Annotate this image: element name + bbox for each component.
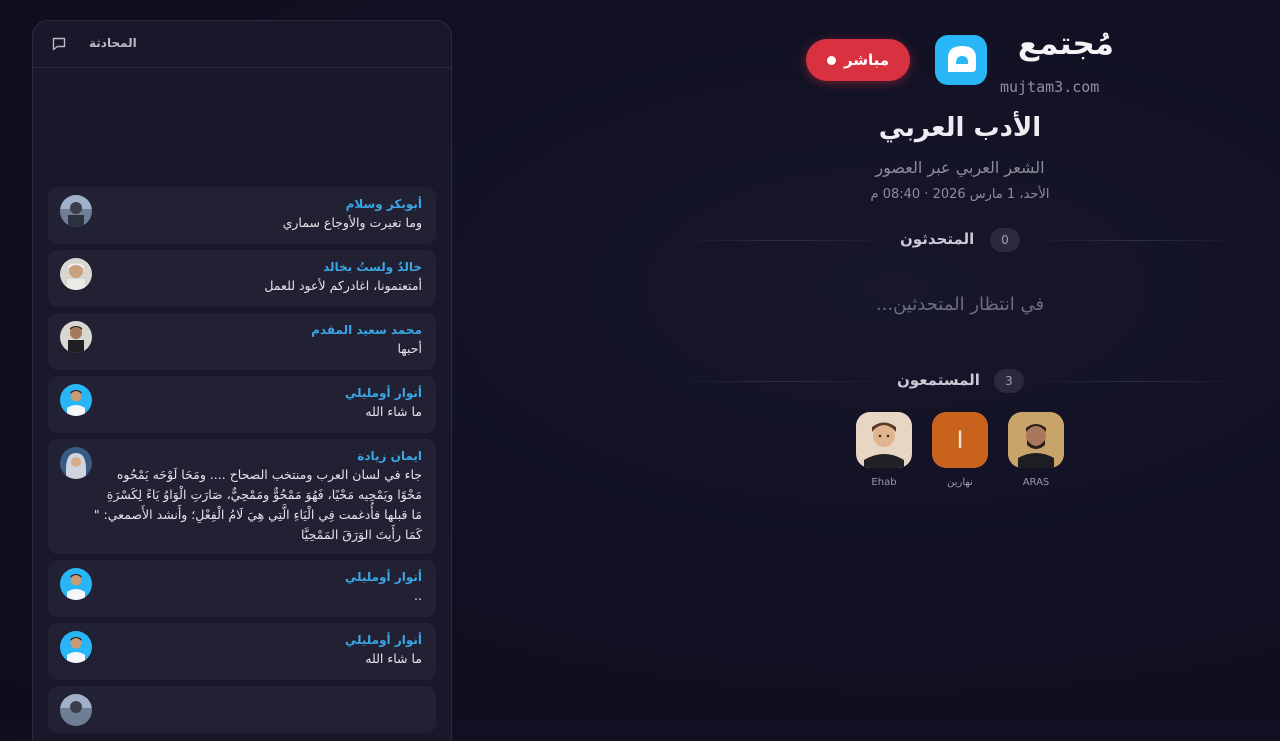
logo-text: مُجتمع <box>1017 26 1114 62</box>
listener-name: نهارين <box>947 477 973 488</box>
live-dot-icon <box>826 55 836 65</box>
message-author[interactable]: ايمان زيادة <box>102 447 422 465</box>
listener-name: Ehab <box>871 477 897 488</box>
chat-messages[interactable]: أبوبكر وسلام وما تغيرت والأوجاع سماري خا… <box>48 187 436 739</box>
chat-message <box>48 686 436 733</box>
listener-nharin[interactable]: I نهارين <box>930 412 990 488</box>
avatar[interactable] <box>60 631 92 663</box>
message-text: وما تغيرت والأوجاع سماري <box>102 213 422 233</box>
chat-message: أبوبكر وسلام وما تغيرت والأوجاع سماري <box>48 187 436 244</box>
logo-url[interactable]: mujtam3.com <box>1000 78 1099 96</box>
speakers-count-badge: 0 <box>990 228 1020 252</box>
message-line: وما تغيرت والأوجاع سماري <box>282 215 422 230</box>
avatar[interactable] <box>60 568 92 600</box>
message-line: مَا قبلها فأُدغمت فِي الْيَاءِ الَّتِي ه… <box>93 507 422 522</box>
avatar <box>856 412 912 468</box>
message-author[interactable]: أبوبكر وسلام <box>102 195 422 213</box>
chat-message: أنوار أومليلي ما شاء الله <box>48 623 436 680</box>
room-subtitle: الشعر العربي عبر العصور <box>875 158 1045 177</box>
message-line: ما شاء الله <box>365 404 422 419</box>
message-line: أمتعتمونا، اغادركم لأعود للعمل <box>264 278 422 293</box>
listener-aras[interactable]: ARAS <box>1006 412 1066 488</box>
message-line: جاء في لسان العرب ومنتخب الصحاح .... ومَ… <box>116 467 422 482</box>
chat-message: خالدٌ ولستُ بخالد أمتعتمونا، اغادركم لأع… <box>48 250 436 307</box>
speakers-title: المتحدثون <box>900 230 975 248</box>
divider <box>676 381 892 382</box>
chat-message: أنوار أومليلي ما شاء الله <box>48 376 436 433</box>
listener-ehab[interactable]: Ehab <box>854 412 914 488</box>
message-author[interactable]: خالدٌ ولستُ بخالد <box>102 258 422 276</box>
chat-bubble-icon <box>52 37 66 51</box>
message-text: .. <box>102 586 422 606</box>
chat-message: ايمان زيادة جاء في لسان العرب ومنتخب الص… <box>48 439 436 554</box>
speakers-empty-text: ...في انتظار المتحدثين <box>875 294 1045 315</box>
avatar[interactable] <box>60 694 92 726</box>
chat-panel: المحادثة أبوبكر وسلام وما تغيرت والأوجاع… <box>32 20 452 741</box>
listeners-title: المستمعون <box>897 371 980 389</box>
message-line: أحبها <box>397 341 422 356</box>
message-text: ما شاء الله <box>102 402 422 422</box>
avatar <box>1008 412 1064 468</box>
divider <box>676 240 896 241</box>
live-label: مباشر <box>843 51 890 69</box>
avatar[interactable] <box>60 384 92 416</box>
mujtam3-logo-icon[interactable] <box>934 34 988 86</box>
room-title: الأدب العربي <box>878 113 1042 143</box>
message-line: مَحْوًا ويَمْحِيه مَحْيًا، فَهُوَ مَمْحُ… <box>106 487 422 502</box>
chat-title: المحادثة <box>89 36 137 50</box>
message-author[interactable]: أنوار أومليلي <box>102 568 422 586</box>
chat-header: المحادثة <box>33 21 451 68</box>
message-text: أمتعتمونا، اغادركم لأعود للعمل <box>102 276 422 296</box>
message-line: .. <box>414 588 422 603</box>
avatar[interactable] <box>60 195 92 227</box>
avatar[interactable] <box>60 321 92 353</box>
message-author[interactable]: محمد سعيد المقدم <box>102 321 422 339</box>
message-author[interactable]: أنوار أومليلي <box>102 384 422 402</box>
chat-message: محمد سعيد المقدم أحبها <box>48 313 436 370</box>
listeners-count-badge: 3 <box>994 369 1024 393</box>
message-text: ما شاء الله <box>102 649 422 669</box>
divider <box>1028 381 1244 382</box>
chat-message: أنوار أومليلي .. <box>48 560 436 617</box>
message-text: جاء في لسان العرب ومنتخب الصحاح .... ومَ… <box>93 465 422 545</box>
avatar: I <box>932 412 988 468</box>
avatar-initial: I <box>956 426 964 454</box>
message-line: كَمَا رأَيتَ الوَرَقَ المَمْحِيَّا <box>300 527 422 542</box>
divider <box>1024 240 1244 241</box>
message-author[interactable]: أنوار أومليلي <box>102 631 422 649</box>
listener-name: ARAS <box>1022 477 1050 488</box>
avatar[interactable] <box>60 258 92 290</box>
message-line: ما شاء الله <box>365 651 422 666</box>
room-datetime: الأحد، 1 مارس 2026 · 08:40 م <box>870 187 1050 202</box>
message-text: أحبها <box>102 339 422 359</box>
avatar[interactable] <box>60 447 92 479</box>
live-badge: مباشر <box>806 39 910 81</box>
